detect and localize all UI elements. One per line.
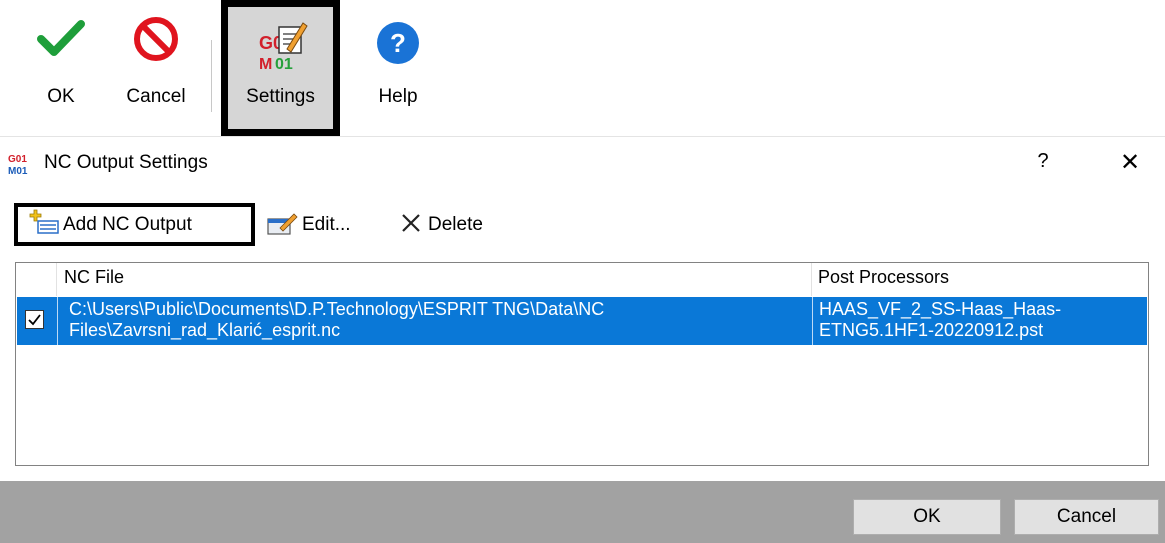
ribbon-settings-label: Settings <box>246 86 315 107</box>
list-header: NC File Post Processors <box>16 263 1148 296</box>
add-nc-output-label: Add NC Output <box>63 213 192 235</box>
checkmark-icon <box>28 314 41 326</box>
post-processor-cell: HAAS_VF_2_SS-Haas_Haas- ETNG5.1HF1-20220… <box>819 299 1062 340</box>
header-separator <box>811 263 812 296</box>
title-help-button[interactable]: ? <box>1033 150 1053 173</box>
cancel-button[interactable]: Cancel <box>1014 499 1159 535</box>
delete-button[interactable]: Delete <box>400 207 483 243</box>
check-icon <box>37 18 85 63</box>
edit-label: Edit... <box>302 214 351 235</box>
edit-button[interactable]: Edit... <box>266 207 351 243</box>
add-nc-output-icon <box>28 209 60 240</box>
ribbon-cancel-label: Cancel <box>126 86 186 107</box>
ribbon-help-label: Help <box>378 86 418 107</box>
ok-button[interactable]: OK <box>853 499 1001 535</box>
ribbon-ok-button[interactable]: OK <box>30 0 92 136</box>
nc-output-icon: G01 M01 <box>8 152 32 177</box>
svg-text:M01: M01 <box>8 166 28 176</box>
cancel-icon <box>131 14 181 69</box>
dialog-toolbar: Add NC Output Edit... Delete <box>0 186 1165 262</box>
delete-label: Delete <box>428 214 483 235</box>
column-header-nc-file[interactable]: NC File <box>64 267 124 288</box>
edit-icon <box>266 210 298 241</box>
nc-file-cell: C:\Users\Public\Documents\D.P.Technology… <box>69 299 605 340</box>
svg-text:01: 01 <box>275 56 293 73</box>
nc-output-list[interactable]: NC File Post Processors C:\Users\Public\… <box>15 262 1149 466</box>
ribbon-settings-button[interactable]: G0 M 01 Settings <box>221 0 340 136</box>
svg-text:M: M <box>259 56 272 73</box>
dialog-title: NC Output Settings <box>44 152 208 173</box>
row-separator <box>57 297 58 345</box>
ribbon-cancel-button[interactable]: Cancel <box>110 0 202 136</box>
delete-icon <box>400 212 422 239</box>
svg-text:G01: G01 <box>8 154 27 165</box>
add-nc-output-button[interactable]: Add NC Output <box>14 203 255 246</box>
ribbon-help-button[interactable]: ? Help <box>358 0 438 136</box>
close-button[interactable]: ✕ <box>1117 148 1143 177</box>
settings-icon: G0 M 01 <box>251 19 311 84</box>
dialog-titlebar: G01 M01 NC Output Settings ? ✕ <box>0 136 1165 187</box>
list-row[interactable]: C:\Users\Public\Documents\D.P.Technology… <box>17 297 1147 345</box>
dialog-footer: OK Cancel <box>0 481 1165 543</box>
row-checkbox[interactable] <box>25 310 44 329</box>
help-icon: ? <box>375 20 421 71</box>
ribbon: OK Cancel G0 M 01 Settings ? Help <box>0 0 1165 136</box>
header-separator <box>56 263 57 296</box>
svg-text:?: ? <box>390 28 406 58</box>
row-separator <box>812 297 813 345</box>
column-header-post-processors[interactable]: Post Processors <box>818 267 949 288</box>
ribbon-ok-label: OK <box>47 86 75 107</box>
ribbon-separator <box>211 40 212 112</box>
